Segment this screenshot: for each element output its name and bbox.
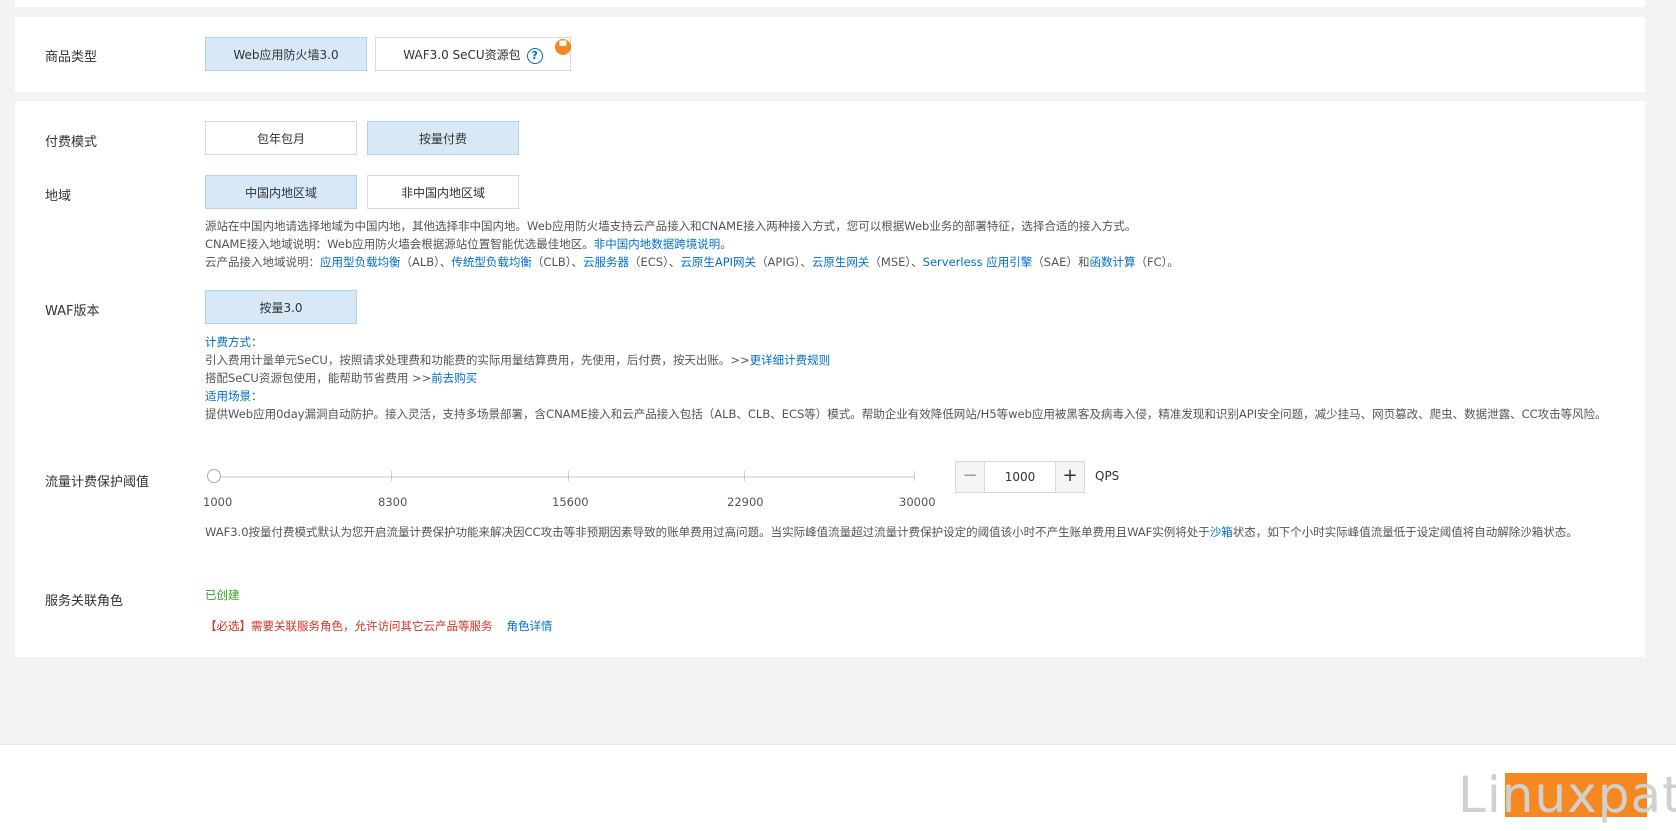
- region-option-mainland[interactable]: 中国内地区域: [205, 175, 357, 209]
- scenario-text: 提供Web应用0day漏洞自动防护。接入灵活，支持多场景部署，含CNAME接入和…: [205, 407, 1607, 421]
- increment-button[interactable]: +: [1055, 462, 1084, 492]
- clb-link[interactable]: 传统型负载均衡: [451, 255, 532, 269]
- slider-tick-label: 1000: [203, 495, 233, 509]
- billing-rules-link[interactable]: 更详细计费规则: [750, 353, 831, 367]
- region-note-line3-prefix: 云产品接入地域说明：: [205, 255, 320, 269]
- billing-method-line1: 引入费用计量单元SeCU，按照请求处理费和功能费的实际用量结算费用，先使用，后付…: [205, 351, 830, 369]
- product-option-waf3[interactable]: Web应用防火墙3.0: [205, 37, 367, 71]
- role-detail-link[interactable]: 角色详情: [507, 619, 553, 633]
- slider-tick-label: 22900: [727, 495, 764, 509]
- mse-link[interactable]: 云原生网关: [812, 255, 870, 269]
- sandbox-link[interactable]: 沙箱: [1210, 525, 1233, 539]
- fc-link[interactable]: 函数计算: [1089, 255, 1135, 269]
- threshold-label: 流量计费保护阈值: [45, 475, 150, 490]
- billing-option-subscription[interactable]: 包年包月: [205, 121, 357, 155]
- help-icon[interactable]: ?: [526, 47, 543, 64]
- region-note-line1: 源站在中国内地请选择地域为中国内地，其他选择非中国内地。Web应用防火墙支持云产…: [205, 219, 1137, 233]
- region-note-text: （SAE）和: [1032, 255, 1090, 269]
- region-note-text: （MSE）、: [869, 255, 923, 269]
- slider-tick: [391, 471, 392, 481]
- threshold-note-suffix: 状态，如下个小时实际峰值流量低于设定阈值将自动解除沙箱状态。: [1232, 525, 1578, 539]
- region-note-line3: 云产品接入地域说明：应用型负载均衡（ALB）、传统型负载均衡（CLB）、云服务器…: [205, 253, 1179, 271]
- billing-option-pay-as-you-go[interactable]: 按量付费: [367, 121, 519, 155]
- threshold-slider-handle[interactable]: [207, 469, 221, 483]
- threshold-slider-track[interactable]: [214, 476, 914, 478]
- product-option-secu-pack[interactable]: WAF3.0 SeCU资源包?: [375, 37, 571, 71]
- region-option-non-mainland[interactable]: 非中国内地区域: [367, 175, 519, 209]
- region-note-line2-suffix: 。: [720, 237, 732, 251]
- region-note-text: （APIG）、: [756, 255, 812, 269]
- threshold-input[interactable]: 1000: [985, 462, 1055, 492]
- slider-tick: [744, 471, 745, 481]
- region-note-text: （FC）。: [1135, 255, 1179, 269]
- billing-method-line2-text: 搭配SeCU资源包使用，能帮助节省费用 >>: [205, 371, 432, 385]
- sae-link[interactable]: Serverless 应用引擎: [923, 255, 1033, 269]
- billing-mode-label: 付费模式: [45, 135, 98, 150]
- service-role-required-text: 【必选】需要关联服务角色，允许访问其它云产品等服务: [205, 619, 493, 633]
- top-panel-edge: [15, 0, 1645, 7]
- product-type-label: 商品类型: [45, 50, 98, 65]
- slider-tick: [914, 471, 915, 481]
- threshold-note: WAF3.0按量付费模式默认为您开启流量计费保护功能来解决因CC攻击等非预期因素…: [205, 523, 1615, 541]
- threshold-unit: QPS: [1095, 469, 1120, 483]
- watermark-logo: Linuxpath: [1458, 766, 1676, 824]
- service-role-label: 服务关联角色: [45, 594, 124, 609]
- billing-method-line2: 搭配SeCU资源包使用，能帮助节省费用 >>前去购买: [205, 369, 477, 387]
- region-note-line2: CNAME接入地域说明：Web应用防火墙会根据源站位置智能优选最佳地区。非中国内…: [205, 235, 732, 253]
- billing-method-heading: 计费方式：: [205, 335, 263, 349]
- service-role-required: 【必选】需要关联服务角色，允许访问其它云产品等服务 角色详情: [205, 617, 553, 635]
- threshold-note-text: WAF3.0按量付费模式默认为您开启流量计费保护功能来解决因CC攻击等非预期因素…: [205, 525, 1210, 539]
- waf-version-label: WAF版本: [45, 304, 100, 319]
- cross-border-link[interactable]: 非中国内地数据跨境说明: [594, 237, 721, 251]
- service-role-status: 已创建: [205, 588, 240, 602]
- scenario-heading: 适用场景：: [205, 389, 263, 403]
- waf-version-option[interactable]: 按量3.0: [205, 290, 357, 324]
- billing-method-line1-text: 引入费用计量单元SeCU，按照请求处理费和功能费的实际用量结算费用，先使用，后付…: [205, 353, 750, 367]
- alb-link[interactable]: 应用型负载均衡: [320, 255, 401, 269]
- decrement-button[interactable]: −: [956, 462, 985, 492]
- ecs-link[interactable]: 云服务器: [583, 255, 629, 269]
- apig-link[interactable]: 云原生API网关: [680, 255, 756, 269]
- footer-bar: [0, 744, 1676, 831]
- go-buy-link[interactable]: 前去购买: [431, 371, 477, 385]
- slider-tick-label: 15600: [552, 495, 589, 509]
- promo-badge-icon: ▀: [555, 39, 571, 55]
- slider-tick-label: 8300: [378, 495, 408, 509]
- region-note-text: （ECS）、: [629, 255, 681, 269]
- product-option-secu-pack-label: WAF3.0 SeCU资源包: [403, 48, 521, 62]
- region-note-text: （CLB）、: [531, 255, 583, 269]
- slider-tick: [568, 471, 569, 481]
- slider-tick-label: 30000: [899, 495, 936, 509]
- threshold-stepper: − 1000 +: [955, 461, 1085, 493]
- region-note-text: （ALB）、: [400, 255, 452, 269]
- region-note-line2-text: CNAME接入地域说明：Web应用防火墙会根据源站位置智能优选最佳地区。: [205, 237, 594, 251]
- region-label: 地域: [45, 189, 72, 204]
